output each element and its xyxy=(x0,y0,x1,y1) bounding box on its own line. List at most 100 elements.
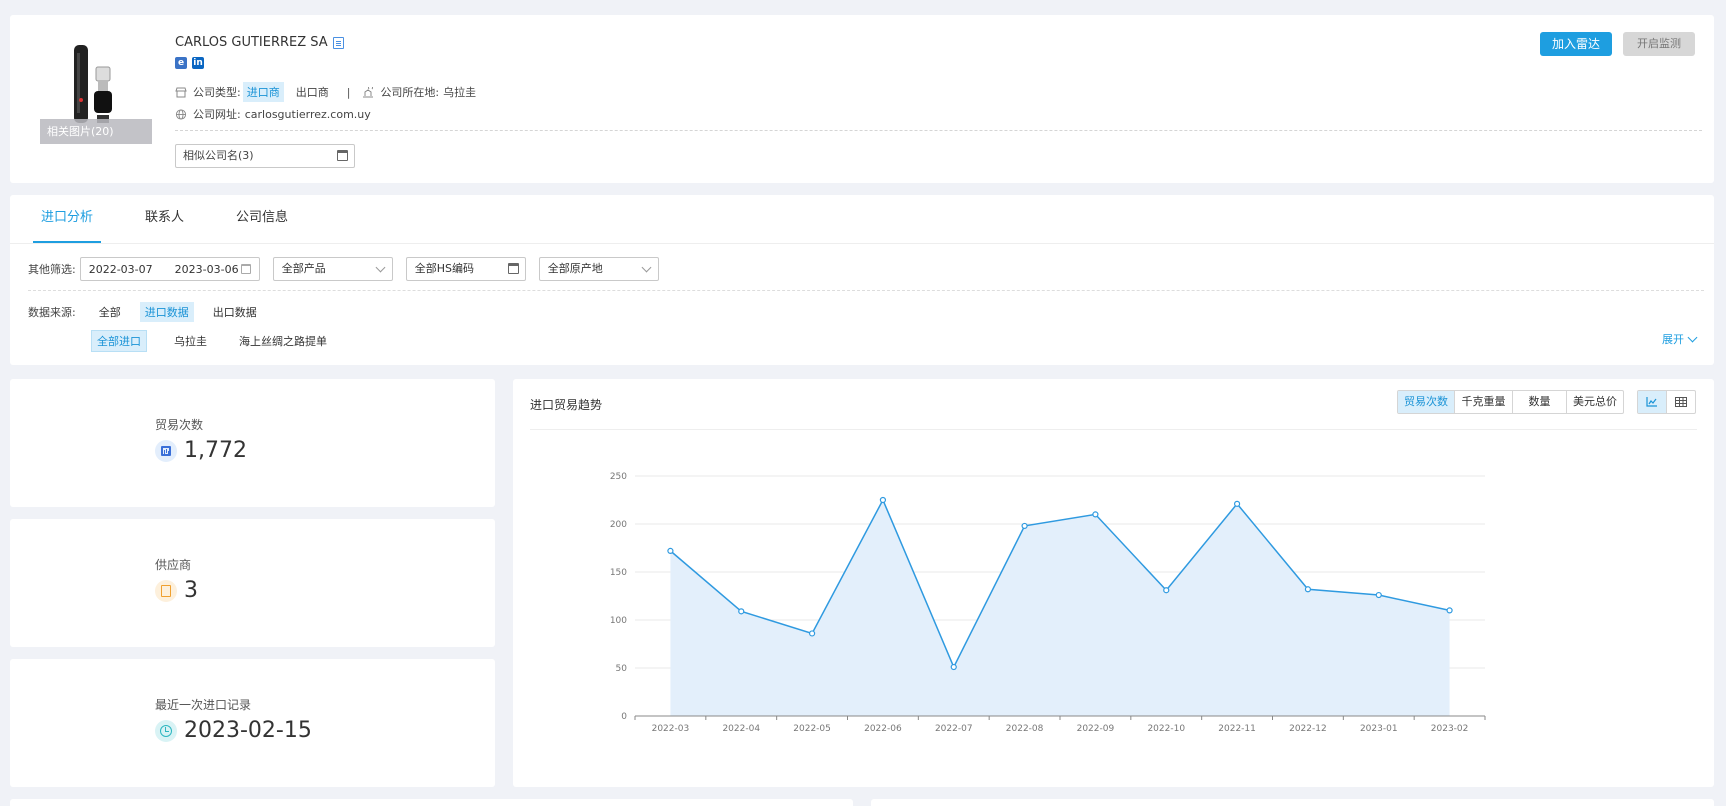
product-select-value: 全部产品 xyxy=(281,262,326,275)
chevron-down-icon xyxy=(375,262,386,273)
y-tick-label: 250 xyxy=(610,472,627,482)
x-tick-label: 2022-08 xyxy=(1006,724,1044,734)
start-monitor-button[interactable]: 开启监测 xyxy=(1623,32,1695,56)
y-tick-label: 50 xyxy=(616,664,628,674)
data-point xyxy=(950,663,957,671)
data-source-row: 数据来源: 全部 进口数据 出口数据 xyxy=(28,302,262,322)
company-website-label: 公司网址: xyxy=(193,108,241,121)
tab-contacts[interactable]: 联系人 xyxy=(137,195,192,243)
doc-icon[interactable] xyxy=(332,36,344,49)
x-tick-label: 2023-02 xyxy=(1431,724,1469,734)
subsource-uruguay[interactable]: 乌拉圭 xyxy=(169,331,212,351)
metric-quantity[interactable]: 数量 xyxy=(1513,391,1567,413)
filter-label: 其他筛选: xyxy=(28,263,76,276)
data-point xyxy=(1163,587,1170,594)
supplier-icon xyxy=(155,579,177,602)
expand-link[interactable]: 展开 xyxy=(1662,331,1698,347)
y-tick-label: 0 xyxy=(621,712,627,722)
data-point xyxy=(1092,511,1099,518)
calendar-icon xyxy=(240,264,251,274)
stat-suppliers-value-row: 3 xyxy=(155,578,198,603)
trend-chart: 0 50 100 150 200 250 2022-03 2022-04 2022-05 2022… xyxy=(610,472,1486,734)
bar-chart-icon xyxy=(155,439,177,462)
table-icon[interactable] xyxy=(1667,391,1695,413)
data-point xyxy=(1021,522,1028,530)
data-point xyxy=(1446,607,1453,614)
similar-companies-label: 相似公司名(3) xyxy=(183,149,254,162)
calendar-icon xyxy=(337,150,348,161)
company-name-row: CARLOS GUTIERREZ SA xyxy=(175,35,344,50)
origin-select[interactable]: 全部原产地 xyxy=(538,257,659,281)
ie-icon[interactable]: e xyxy=(175,57,187,69)
date-end[interactable]: 2023-03-06 xyxy=(175,263,239,276)
x-tick-label: 2022-07 xyxy=(935,724,973,734)
data-point xyxy=(738,608,745,615)
y-tick-label: 200 xyxy=(610,520,627,530)
metric-weight-kg[interactable]: 千克重量 xyxy=(1455,391,1513,413)
metric-trade-count[interactable]: 贸易次数 xyxy=(1398,391,1455,413)
bottom-right-card xyxy=(871,799,1714,806)
stat-last-import-value: 2023-02-15 xyxy=(184,718,312,743)
x-tick-label: 2022-11 xyxy=(1218,724,1256,734)
metric-total-usd[interactable]: 美元总价 xyxy=(1567,391,1623,413)
y-tick-label: 150 xyxy=(610,568,627,578)
stat-last-import-label: 最近一次进口记录 xyxy=(155,698,252,712)
stat-card-last-import: 最近一次进口记录 2023-02-15 xyxy=(10,659,495,787)
metric-toggle-group: 贸易次数 千克重量 数量 美元总价 xyxy=(1397,390,1624,414)
company-website-link[interactable]: carlosgutierrez.com.uy xyxy=(245,108,371,121)
linkedin-icon[interactable]: in xyxy=(192,57,204,69)
company-location-value: 乌拉圭 xyxy=(443,86,477,99)
hs-code-select[interactable]: 全部HS编码 xyxy=(405,257,526,281)
source-option-import[interactable]: 进口数据 xyxy=(139,302,194,322)
type-exporter-tag[interactable]: 出口商 xyxy=(292,82,333,102)
tab-import-analysis[interactable]: 进口分析 xyxy=(33,195,102,243)
photos-count-label[interactable]: 相关图片(20) xyxy=(40,119,152,144)
x-tick-label: 2022-09 xyxy=(1077,724,1115,734)
company-website-row: 公司网址: carlosgutierrez.com.uy xyxy=(175,106,371,122)
company-type-row: 公司类型: 进口商 出口商 | 公司所在地: 乌拉圭 xyxy=(175,82,476,102)
data-source-label: 数据来源: xyxy=(28,306,76,319)
import-trend-card: 0 50 100 150 200 250 2022-03 2022-04 2022-05 2022… xyxy=(513,379,1714,787)
stat-card-trades: 贸易次数 1,772 xyxy=(10,379,495,507)
data-point xyxy=(1233,500,1241,507)
company-header-card: 相关图片(20) CARLOS GUTIERREZ SA e in 公司类型: … xyxy=(10,15,1714,183)
bottom-left-card xyxy=(10,799,853,806)
subsource-silk-road-bol[interactable]: 海上丝绸之路提单 xyxy=(234,331,332,351)
x-tick-label: 2022-03 xyxy=(652,724,690,734)
type-importer-tag[interactable]: 进口商 xyxy=(242,82,284,102)
main-tabs: 进口分析 联系人 公司信息 xyxy=(33,195,332,243)
header-divider xyxy=(175,130,1702,131)
tab-company-info[interactable]: 公司信息 xyxy=(228,195,296,243)
data-point xyxy=(1304,586,1312,593)
chevron-down-icon xyxy=(1687,332,1698,342)
social-links: e in xyxy=(175,57,204,69)
analysis-filters-card: 进口分析 联系人 公司信息 其他筛选: 2022-03-07 2023-03-0… xyxy=(10,195,1714,365)
store-icon xyxy=(175,87,187,97)
hs-code-select-value: 全部HS编码 xyxy=(414,262,474,275)
source-option-all[interactable]: 全部 xyxy=(94,302,126,322)
source-option-export[interactable]: 出口数据 xyxy=(208,302,262,322)
view-toggle-group xyxy=(1637,390,1696,414)
filter-row: 其他筛选: 2022-03-07 2023-03-06 全部产品 全部HS编码 … xyxy=(28,257,659,281)
calendar-icon xyxy=(507,263,519,274)
x-tick-label: 2022-10 xyxy=(1147,724,1185,734)
import-subsource-row: 全部进口 乌拉圭 海上丝绸之路提单 xyxy=(91,330,354,352)
stat-trades-value-row: 1,772 xyxy=(155,438,247,463)
stat-suppliers-label: 供应商 xyxy=(155,558,192,572)
x-tick-label: 2022-12 xyxy=(1289,724,1327,734)
tabs-underline xyxy=(10,243,1714,244)
product-select[interactable]: 全部产品 xyxy=(272,257,393,281)
line-chart-icon[interactable] xyxy=(1638,391,1667,413)
stat-last-import-value-row: 2023-02-15 xyxy=(155,718,312,743)
meta-separator: | xyxy=(346,85,351,99)
date-range-picker[interactable]: 2022-03-07 2023-03-06 xyxy=(79,257,260,281)
subsource-all-import[interactable]: 全部进口 xyxy=(91,330,147,352)
chart-title: 进口贸易趋势 xyxy=(530,398,603,412)
globe-icon xyxy=(175,108,187,120)
company-location-label: 公司所在地: xyxy=(380,86,440,99)
date-start[interactable]: 2022-03-07 xyxy=(89,263,153,276)
similar-companies-select[interactable]: 相似公司名(3) xyxy=(175,144,355,168)
x-tick-label: 2023-01 xyxy=(1360,724,1398,734)
chart-header-divider xyxy=(530,429,1697,430)
add-to-radar-button[interactable]: 加入雷达 xyxy=(1540,32,1612,56)
